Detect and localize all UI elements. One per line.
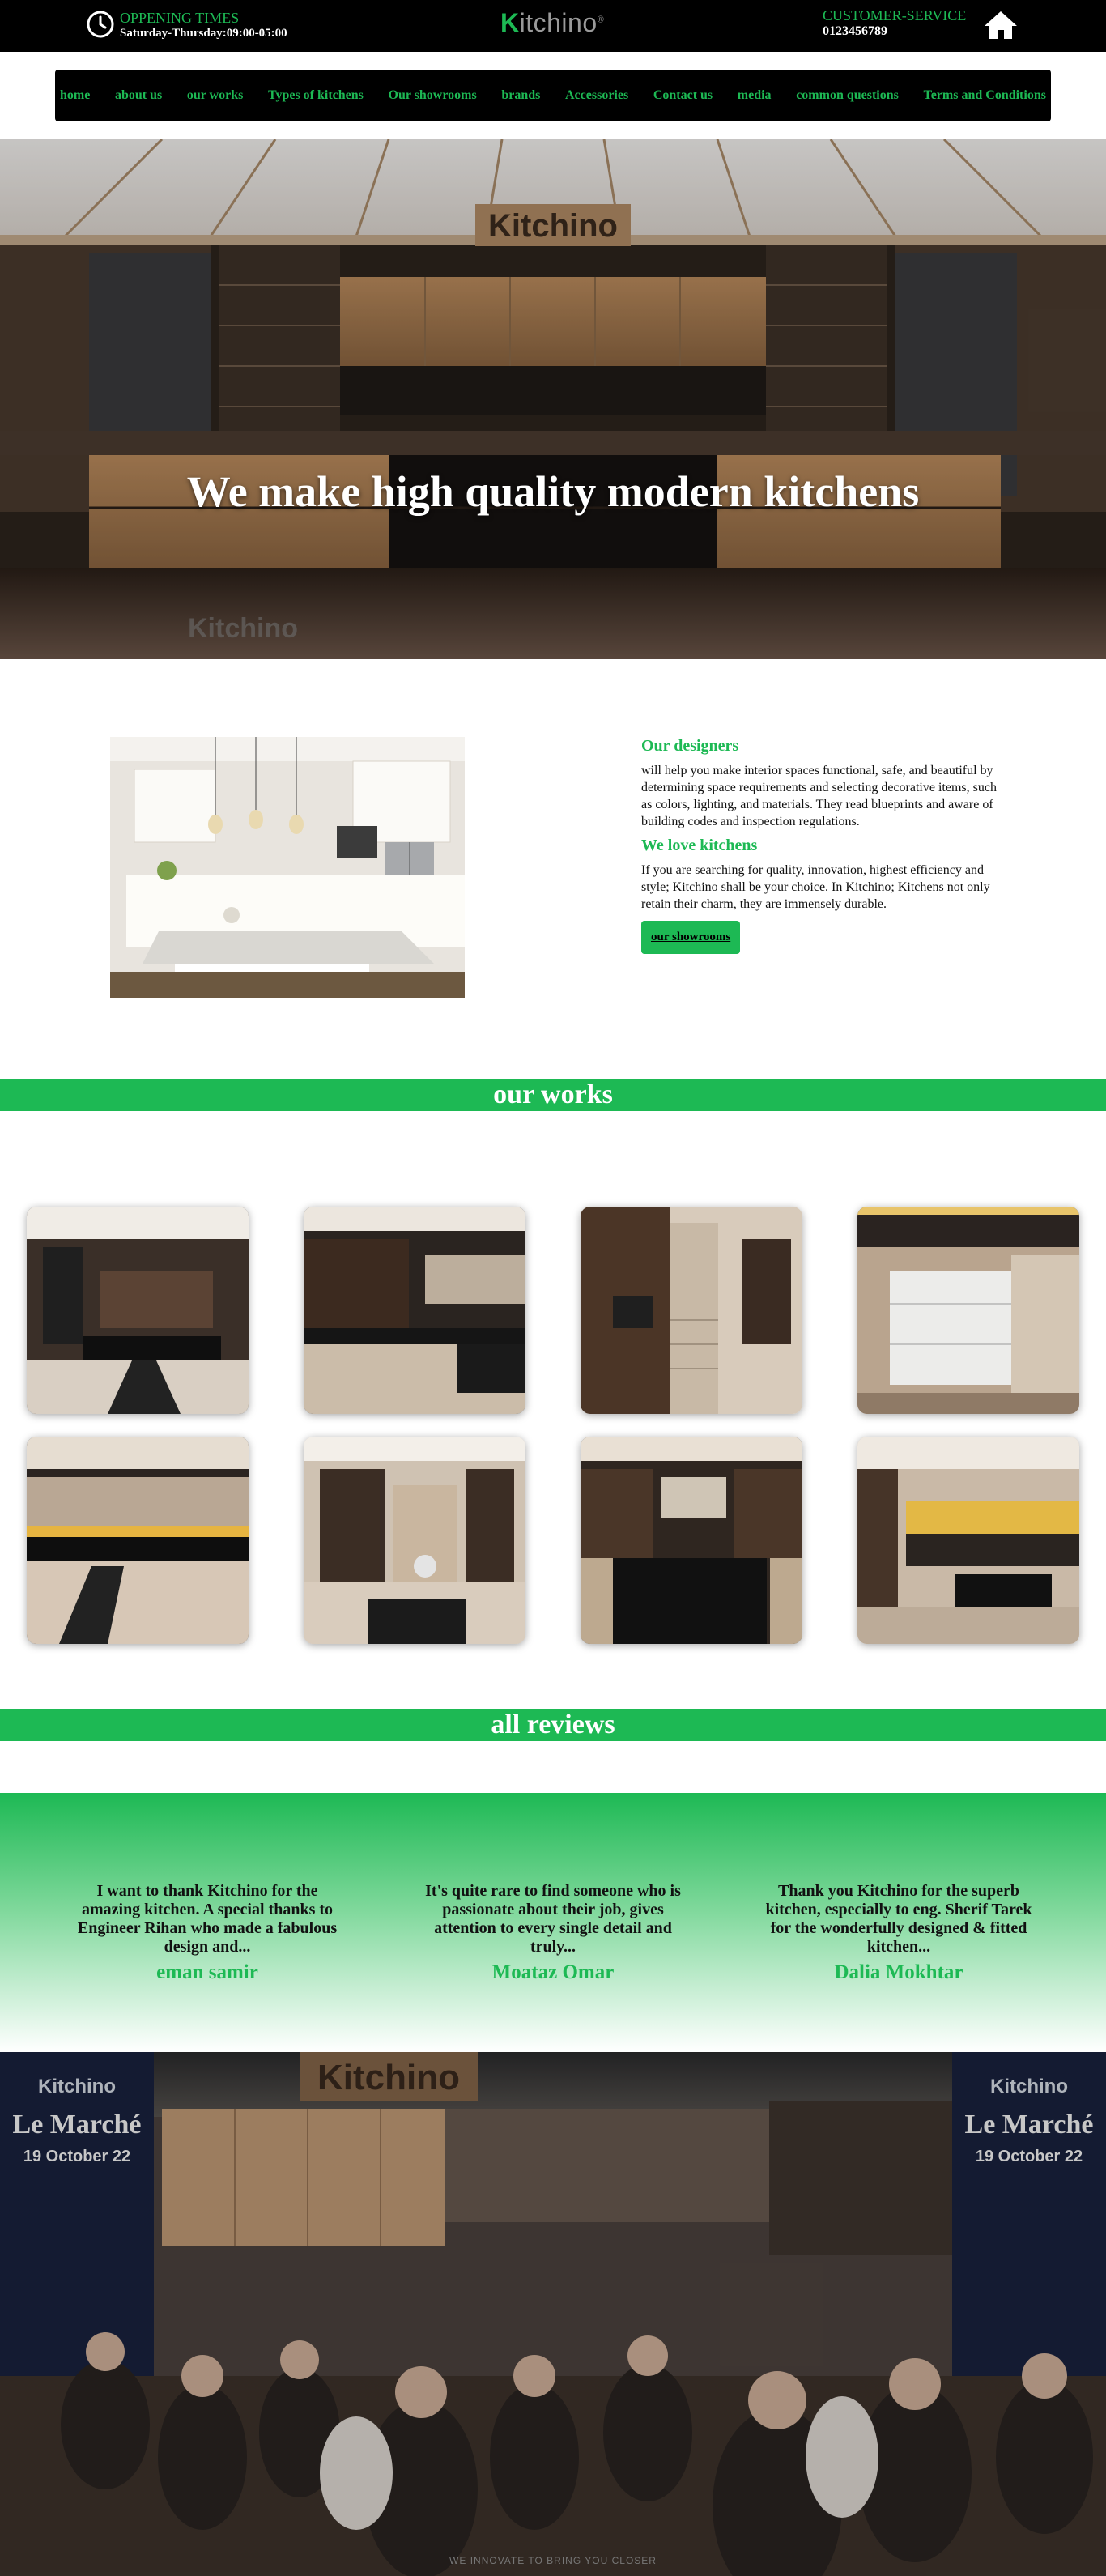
work-card[interactable] — [857, 1207, 1079, 1414]
clock-icon — [87, 11, 114, 38]
review-text: Thank you Kitchino for the superb kitche… — [765, 1882, 1032, 1956]
our-works-heading: our works — [0, 1079, 1106, 1111]
nav-brands[interactable]: brands — [501, 88, 540, 103]
works-grid — [27, 1207, 1106, 1644]
work-card[interactable] — [581, 1437, 802, 1644]
love-kitchens-title: We love kitchens — [641, 837, 758, 854]
kitchen-photo — [110, 737, 465, 998]
reviews-section: I want to thank Kitchino for the amazing… — [0, 1793, 1106, 2052]
nav-media[interactable]: media — [738, 88, 772, 103]
reviewer-name: eman samir — [156, 1961, 258, 1983]
reviewer-name: Moataz Omar — [491, 1961, 615, 1983]
hero-headline: We make high quality modern kitchens — [186, 467, 920, 516]
nav-our-showrooms[interactable]: Our showrooms — [389, 88, 477, 103]
opening-label: OPPENING TIMES — [120, 10, 240, 26]
work-card[interactable] — [304, 1207, 525, 1414]
about-text: Our designers will help you make interio… — [641, 737, 998, 954]
logo-k-mark: K — [500, 8, 520, 37]
top-bar: OPPENING TIMES Saturday-Thursday:09:00-0… — [0, 0, 1106, 52]
nav-home[interactable]: home — [60, 88, 90, 103]
designers-title: Our designers — [641, 737, 739, 755]
nav-accessories[interactable]: Accessories — [565, 88, 628, 103]
hero-watermark: Kitchino — [188, 613, 298, 644]
work-card[interactable] — [304, 1437, 525, 1644]
work-card[interactable] — [27, 1437, 249, 1644]
review-text: It's quite rare to find someone who is p… — [425, 1882, 681, 1956]
phone-number[interactable]: 0123456789 — [823, 23, 966, 40]
review-text: I want to thank Kitchino for the amazing… — [77, 1882, 338, 1956]
work-card[interactable] — [857, 1437, 1079, 1644]
customer-service-label: CUSTOMER-SERVICE — [823, 7, 967, 23]
nav-common-questions[interactable]: common questions — [796, 88, 899, 103]
home-icon[interactable] — [983, 10, 1019, 40]
work-card[interactable] — [27, 1207, 249, 1414]
reviews-heading: all reviews — [0, 1709, 1106, 1741]
showroom-event-image: Kitchino Le Marché 19 October 22 Kitchin… — [0, 2052, 1106, 2576]
logo-text: itchino — [519, 8, 598, 37]
hero-kitchen-image: Kitchino Kitchino — [0, 139, 1106, 659]
about-section: Our designers will help you make interio… — [0, 659, 1106, 1079]
nav-terms[interactable]: Terms and Conditions — [924, 88, 1046, 103]
navigation-wrapper: home about us our works Types of kitchen… — [0, 52, 1106, 139]
main-nav: home about us our works Types of kitchen… — [55, 70, 1051, 121]
our-showrooms-button[interactable]: our showrooms — [641, 921, 741, 954]
nav-about-us[interactable]: about us — [115, 88, 162, 103]
review-card: I want to thank Kitchino for the amazing… — [66, 1882, 349, 1984]
opening-hours-value: Saturday-Thursday:09:00-05:00 — [120, 27, 287, 40]
hero-banner: Kitchino Kitchino We make high quality m… — [0, 139, 1106, 659]
reviewer-name: Dalia Mokhtar — [834, 1961, 963, 1983]
reviews-spacer — [0, 1741, 1106, 1793]
nav-contact-us[interactable]: Contact us — [653, 88, 713, 103]
nav-types-of-kitchens[interactable]: Types of kitchens — [268, 88, 364, 103]
review-card: Thank you Kitchino for the superb kitche… — [757, 1882, 1040, 1984]
customer-service: CUSTOMER-SERVICE 0123456789 — [823, 7, 966, 40]
opening-hours: OPPENING TIMES Saturday-Thursday:09:00-0… — [120, 10, 287, 40]
showroom-banner: Kitchino Le Marché 19 October 22 Kitchin… — [0, 2052, 1106, 2576]
nav-our-works[interactable]: our works — [187, 88, 244, 103]
showroom-tagline: WE INNOVATE TO BRING YOU CLOSER — [449, 2555, 657, 2566]
review-card: It's quite rare to find someone who is p… — [411, 1882, 695, 1984]
registered-mark: ® — [597, 15, 605, 25]
designers-text: will help you make interior spaces funct… — [641, 764, 997, 828]
site-logo[interactable]: Kitchino® — [500, 8, 604, 38]
love-kitchens-text: If you are searching for quality, innova… — [641, 863, 990, 911]
work-card[interactable] — [581, 1207, 802, 1414]
our-works-section — [0, 1111, 1106, 1709]
